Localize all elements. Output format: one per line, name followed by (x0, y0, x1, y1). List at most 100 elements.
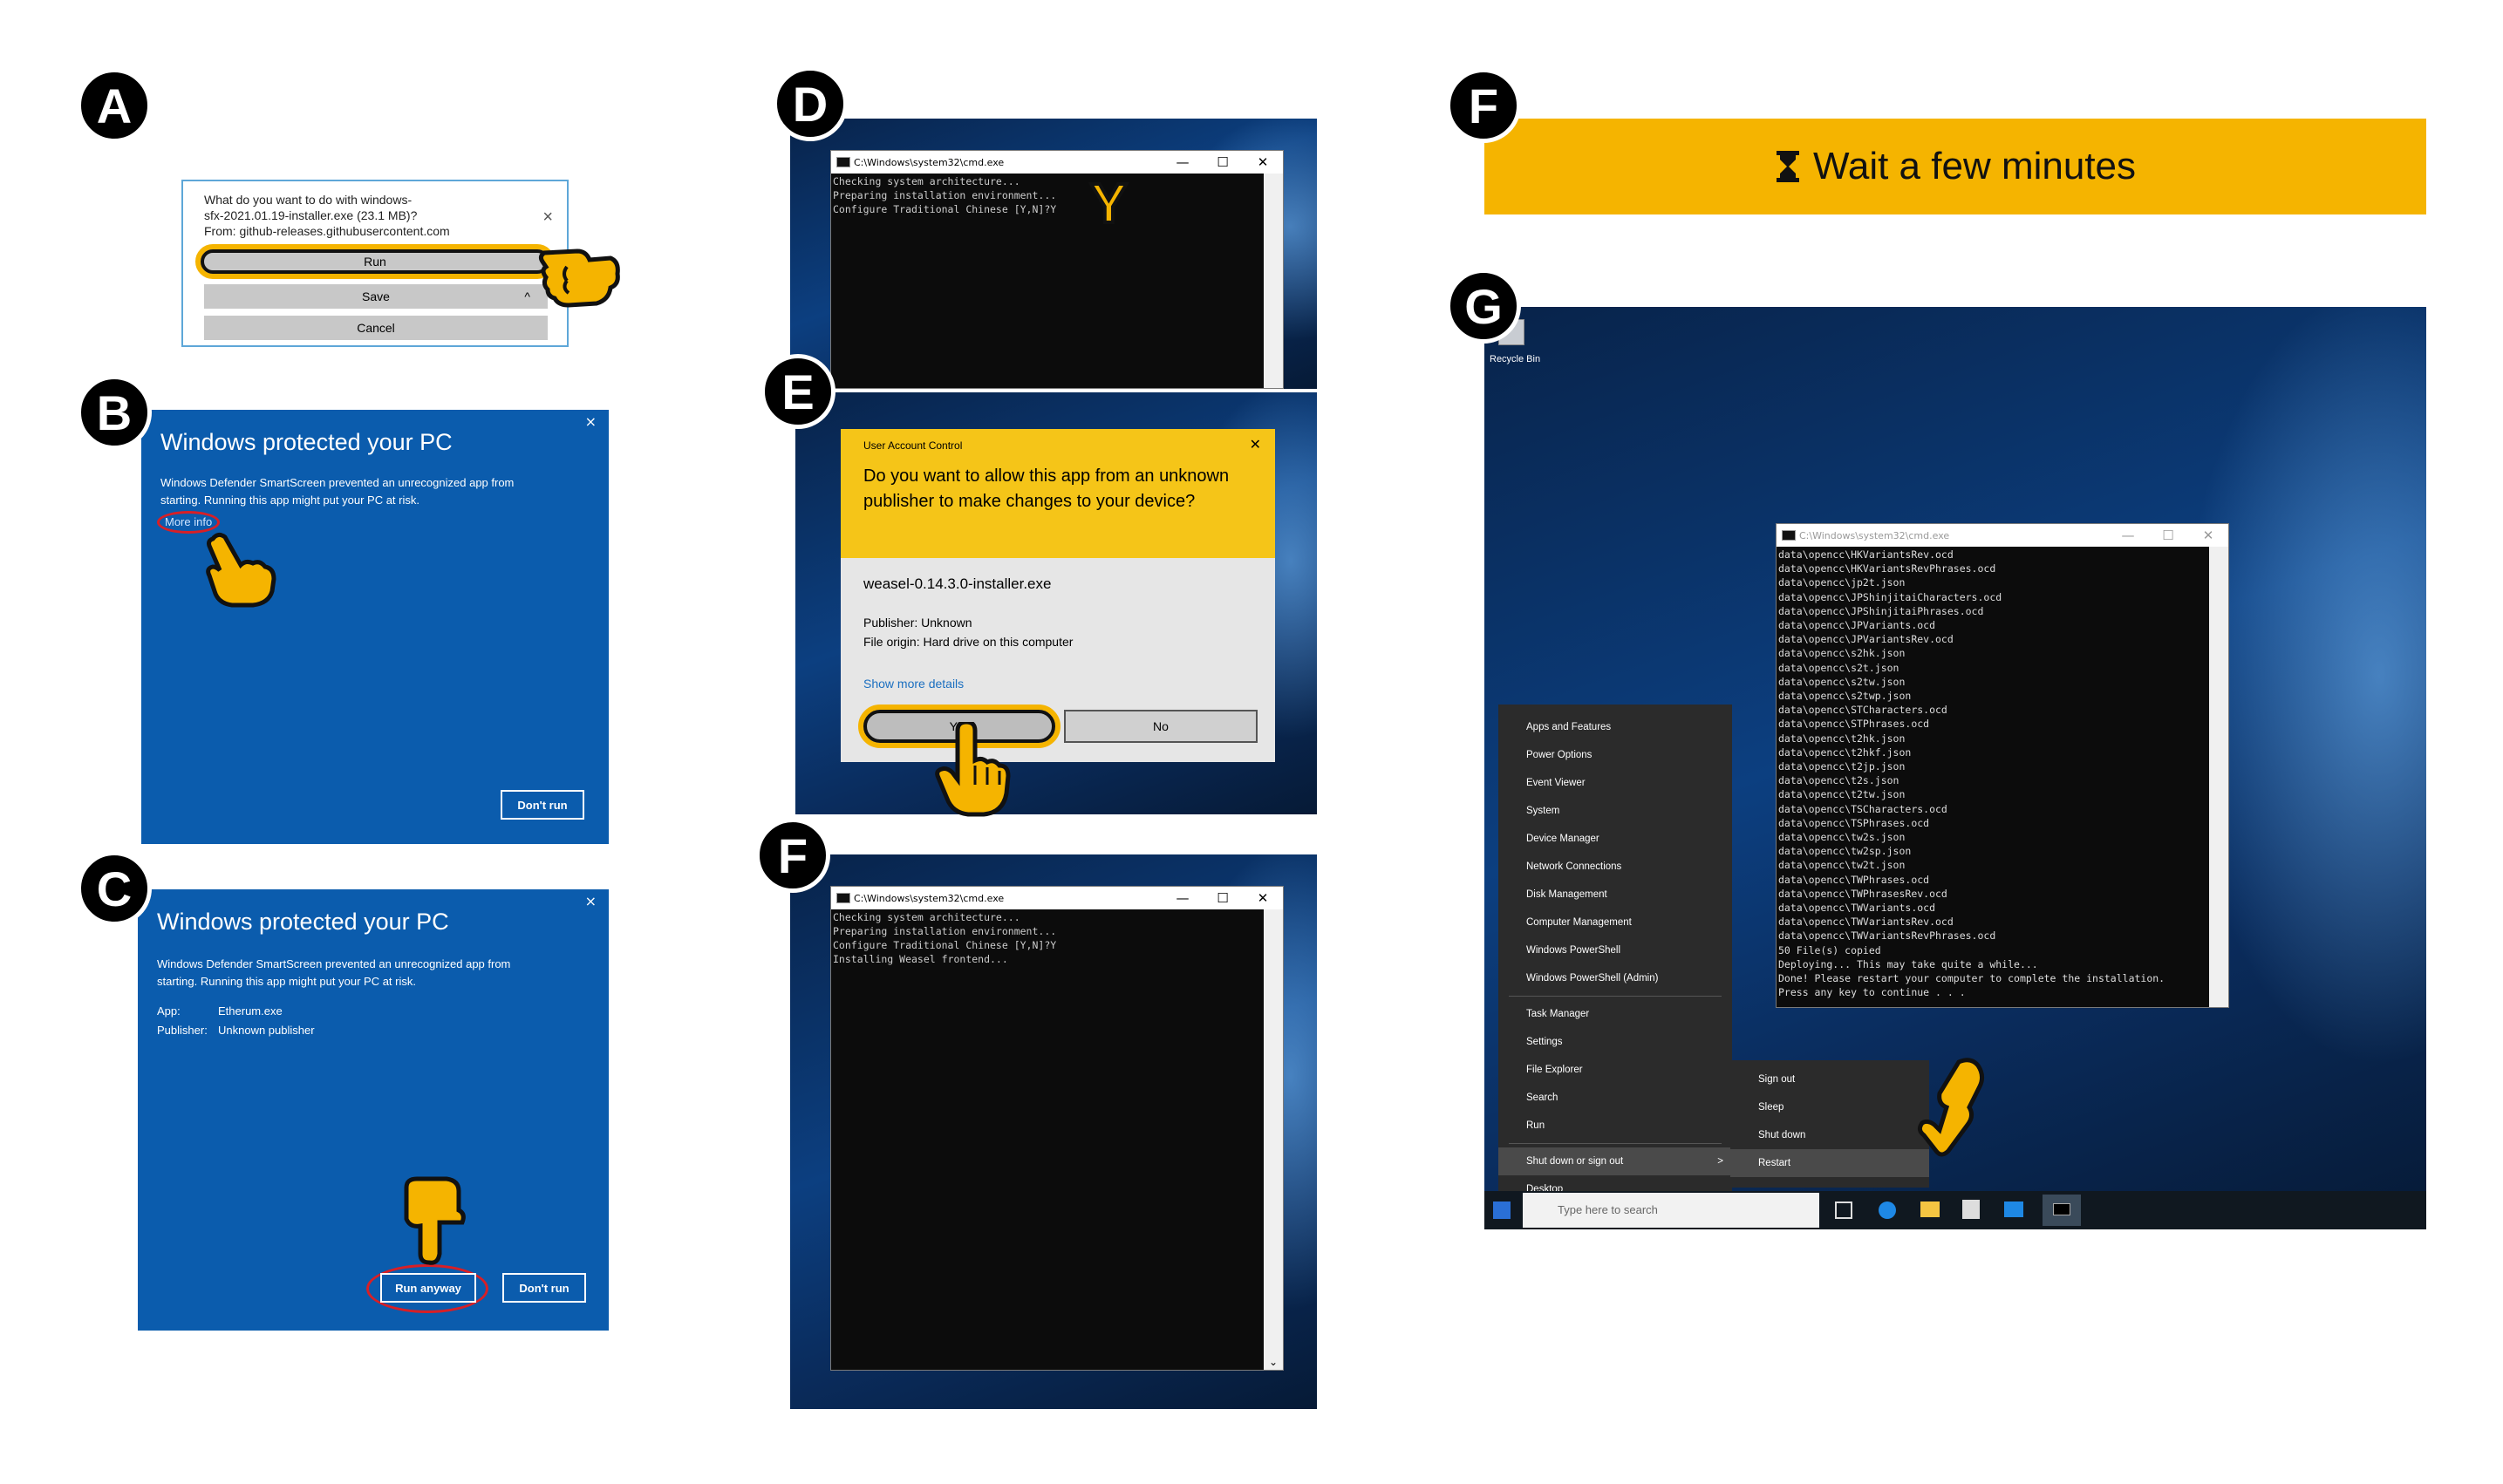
scrollbar[interactable] (1264, 174, 1283, 388)
close-icon[interactable]: ✕ (2188, 528, 2228, 543)
app-value: Etherum.exe (218, 1004, 283, 1018)
save-label: Save (362, 289, 390, 303)
uac-question: Do you want to allow this app from an un… (863, 466, 1230, 511)
close-icon[interactable]: ✕ (1250, 436, 1261, 453)
recycle-bin-label: Recycle Bin (1490, 354, 1541, 364)
app-label: App: (157, 1004, 181, 1018)
publisher-text: Publisher: Unknown (863, 616, 972, 630)
menu-item[interactable]: Run (1498, 1112, 1732, 1140)
dont-run-button[interactable]: Don't run (502, 1273, 586, 1303)
menu-item[interactable]: Network Connections (1498, 853, 1732, 881)
search-placeholder: Type here to search (1558, 1203, 1658, 1216)
cancel-button[interactable]: Cancel (204, 316, 548, 340)
menu-item[interactable]: Windows PowerShell (1498, 936, 1732, 964)
submenu-item[interactable]: Sleep (1730, 1093, 1929, 1121)
wait-text: Wait a few minutes (1812, 145, 2137, 187)
menu-item[interactable]: Disk Management (1498, 881, 1732, 909)
uac-dialog: User Account Control ✕ Do you want to al… (841, 429, 1275, 762)
step-f-cmd-badge: F (755, 818, 830, 893)
step-c-badge: C (77, 851, 152, 926)
file-explorer-icon[interactable] (1920, 1201, 1940, 1217)
menu-item[interactable]: Power Options (1498, 741, 1732, 769)
step-e-badge: E (760, 354, 835, 429)
submenu-item[interactable]: Sign out (1730, 1065, 1929, 1093)
dialog-message-2: starting. Running this app might put you… (160, 494, 419, 507)
minimize-icon[interactable]: — (1163, 890, 1203, 906)
pointing-hand-icon (935, 722, 1011, 817)
dialog-message-1: Windows Defender SmartScreen prevented a… (157, 957, 511, 970)
app-name: weasel-0.14.3.0-installer.exe (863, 575, 1052, 592)
publisher-label: Publisher: (157, 1024, 208, 1037)
dialog-message-2: starting. Running this app might put you… (157, 975, 416, 988)
search-box[interactable]: Type here to search (1523, 1193, 1819, 1228)
menu-item[interactable]: Device Manager (1498, 825, 1732, 853)
task-view-icon[interactable] (1835, 1201, 1852, 1219)
title-bar: C:\Windows\system32\cmd.exe — ☐ ✕ (831, 151, 1283, 174)
submenu-item[interactable]: Shut down (1730, 1121, 1929, 1149)
step-g-badge: G (1446, 269, 1521, 344)
scrollbar[interactable]: ⌄ (1264, 909, 1283, 1370)
edge-icon[interactable] (1879, 1201, 1896, 1219)
chevron-right-icon: > (1717, 1156, 1723, 1167)
menu-item[interactable]: Settings (1498, 1028, 1732, 1056)
console-output: Checking system architecture... Preparin… (831, 909, 1264, 1370)
start-icon[interactable] (1493, 1201, 1511, 1219)
step-f-wait-badge: F (1446, 68, 1521, 143)
maximize-icon[interactable]: ☐ (1203, 890, 1243, 906)
store-icon[interactable] (1962, 1200, 1980, 1219)
cmd-taskbar-icon[interactable] (2043, 1195, 2081, 1226)
maximize-icon[interactable]: ☐ (1203, 154, 1243, 170)
close-icon[interactable]: ✕ (1243, 154, 1283, 170)
dialog-title: Windows protected your PC (157, 909, 449, 935)
mail-icon[interactable] (2004, 1201, 2023, 1217)
cmd-icon (1782, 530, 1796, 541)
menu-item[interactable]: File Explorer (1498, 1056, 1732, 1084)
step-b-badge: B (77, 375, 152, 450)
prompt-line-2: sfx-2021.01.19-installer.exe (23.1 MB)? (204, 208, 418, 222)
step-d-badge: D (773, 66, 848, 141)
menu-item[interactable]: Event Viewer (1498, 769, 1732, 797)
menu-item[interactable]: Task Manager (1498, 1000, 1732, 1028)
run-button[interactable]: Run (195, 244, 555, 279)
close-icon[interactable]: × (585, 413, 597, 430)
close-icon[interactable]: × (542, 208, 553, 228)
prompt-line-3: From: github-releases.githubusercontent.… (204, 224, 450, 238)
menu-group-2: Task Manager Settings File Explorer Search R… (1498, 1000, 1732, 1140)
wait-banner: Wait a few minutes (1484, 119, 2426, 214)
winx-menu: Apps and Features Power Options Event View… (1498, 705, 1732, 1208)
pointing-hand-icon (1917, 1058, 1985, 1157)
taskbar: Type here to search (1484, 1191, 2426, 1229)
dialog-title: Windows protected your PC (160, 429, 453, 455)
chevron-up-icon[interactable]: ^ (524, 289, 530, 303)
minimize-icon[interactable]: — (2108, 528, 2148, 543)
scrollbar[interactable] (2209, 547, 2228, 1007)
no-button[interactable]: No (1064, 710, 1258, 743)
publisher-value: Unknown publisher (218, 1024, 315, 1037)
console-output: data\opencc\HKVariantsRev.ocd data\openc… (1777, 547, 2209, 1007)
dont-run-button[interactable]: Don't run (501, 790, 584, 820)
cmd-window: C:\Windows\system32\cmd.exe — ☐ ✕ Checki… (830, 150, 1284, 389)
menu-item[interactable]: System (1498, 797, 1732, 825)
menu-item-shutdown[interactable]: Shut down or sign out > (1498, 1147, 1732, 1175)
save-button[interactable]: Save ^ (204, 284, 548, 309)
pointing-hand-icon (404, 1176, 466, 1265)
menu-item[interactable]: Search (1498, 1084, 1732, 1112)
scroll-down-icon[interactable]: ⌄ (1269, 1356, 1278, 1368)
hourglass-icon (1776, 151, 1799, 182)
close-icon[interactable]: ✕ (1243, 890, 1283, 906)
smartscreen-dialog-b: × Windows protected your PC Windows Defe… (141, 410, 609, 844)
menu-item[interactable]: Windows PowerShell (Admin) (1498, 964, 1732, 992)
menu-item[interactable]: Apps and Features (1498, 713, 1732, 741)
dialog-message-1: Windows Defender SmartScreen prevented a… (160, 476, 515, 489)
submenu-item[interactable]: Restart (1730, 1149, 1929, 1177)
minimize-icon[interactable]: — (1163, 154, 1203, 170)
maximize-icon[interactable]: ☐ (2148, 528, 2188, 543)
run-anyway-button[interactable]: Run anyway (380, 1273, 476, 1303)
close-icon[interactable]: × (585, 893, 597, 909)
title-bar: C:\Windows\system32\cmd.exe — ☐ ✕ (831, 887, 1283, 909)
key-y-callout: Y (1088, 170, 1129, 236)
show-details-link[interactable]: Show more details (863, 677, 964, 691)
menu-item[interactable]: Computer Management (1498, 909, 1732, 936)
desktop-d: C:\Windows\system32\cmd.exe — ☐ ✕ Checki… (790, 119, 1317, 389)
menu-group-1: Apps and Features Power Options Event View… (1498, 705, 1732, 992)
